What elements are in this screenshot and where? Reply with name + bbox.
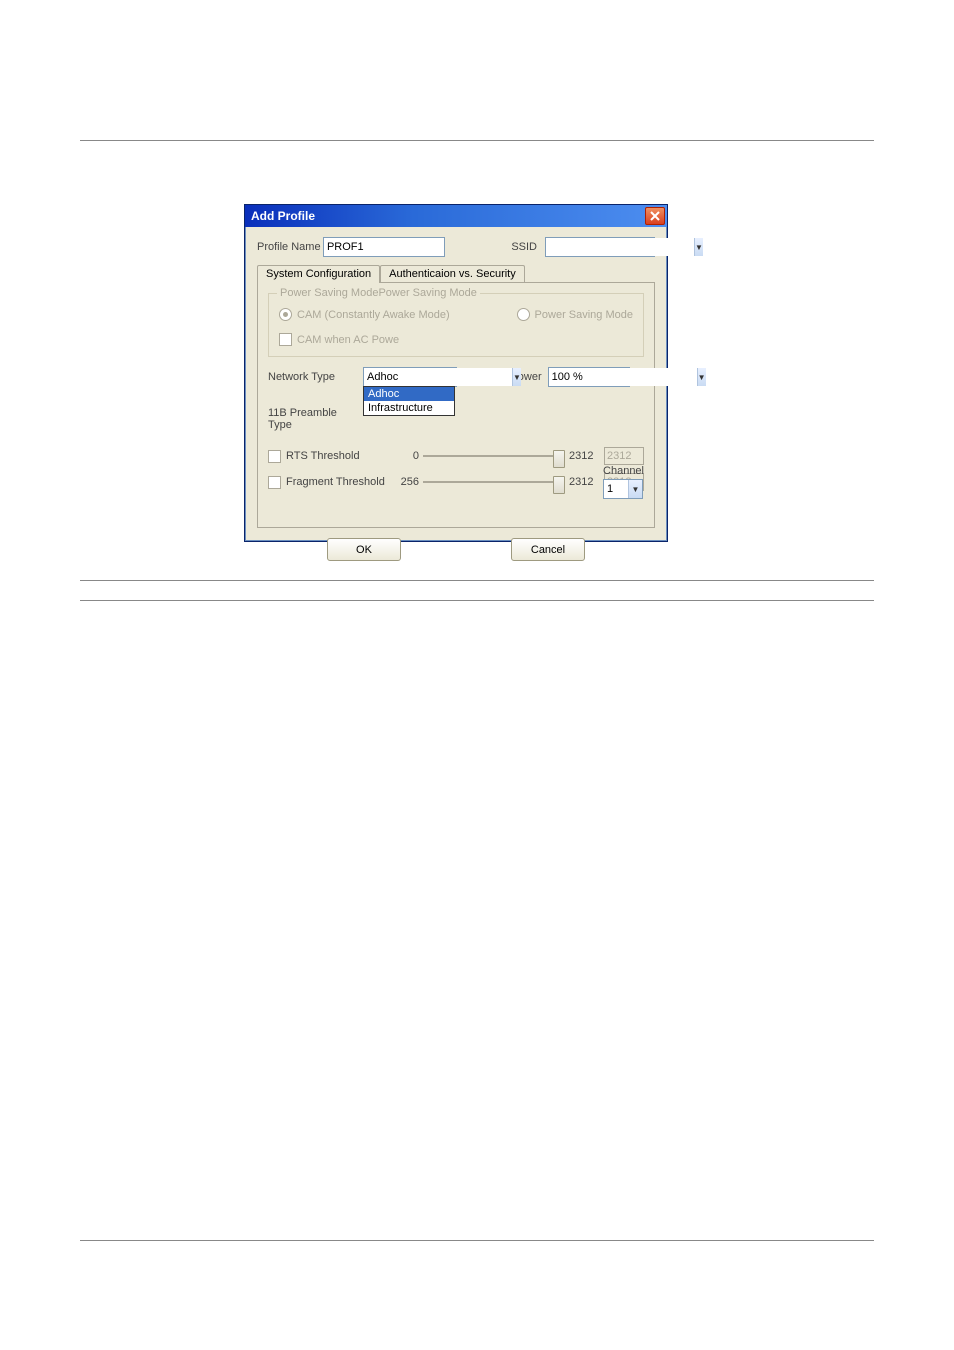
rts-value-box — [604, 447, 644, 465]
slider-thumb[interactable] — [553, 476, 565, 494]
chevron-down-icon[interactable]: ▼ — [694, 238, 703, 256]
network-type-input[interactable] — [364, 368, 512, 386]
rts-max: 2312 — [569, 450, 601, 462]
tab-system-configuration[interactable]: System Configuration — [257, 265, 380, 283]
ssid-label: SSID — [505, 241, 537, 253]
fragment-slider[interactable] — [423, 473, 565, 491]
cam-radio-label: CAM (Constantly Awake Mode) — [297, 309, 450, 321]
channel-area: Channel ▼ — [603, 465, 644, 499]
transmit-power-input[interactable] — [549, 368, 697, 386]
divider-top — [80, 140, 874, 141]
checkbox-icon — [268, 450, 281, 463]
groupbox-title: Power Saving ModePower Saving Mode — [277, 287, 480, 299]
network-type-dropdown-list[interactable]: Adhoc Infrastructure — [363, 386, 455, 416]
titlebar-title: Add Profile — [251, 209, 315, 223]
slider-thumb[interactable] — [553, 450, 565, 468]
checkbox-icon — [268, 476, 281, 489]
fragment-threshold-checkbox[interactable]: Fragment Threshold — [268, 476, 393, 489]
profile-name-label: Profile Name — [257, 241, 323, 253]
channel-label: Channel — [603, 465, 644, 477]
ok-button[interactable]: OK — [327, 538, 401, 561]
fragment-threshold-label: Fragment Threshold — [286, 476, 385, 488]
add-profile-dialog: Add Profile Profile Name SSID ▼ System C… — [244, 204, 668, 542]
dropdown-item-infrastructure[interactable]: Infrastructure — [364, 401, 454, 415]
power-saving-groupbox: Power Saving ModePower Saving Mode CAM (… — [268, 293, 644, 357]
cam-radio: CAM (Constantly Awake Mode) — [279, 308, 450, 321]
radio-icon — [517, 308, 530, 321]
rts-threshold-checkbox[interactable]: RTS Threshold — [268, 450, 393, 463]
psm-radio-label: Power Saving Mode — [535, 309, 633, 321]
cam-ac-checkbox: CAM when AC Powe — [279, 333, 633, 346]
divider-mid-2 — [80, 600, 874, 601]
channel-input[interactable] — [604, 480, 628, 498]
profile-name-input[interactable] — [323, 237, 445, 257]
chevron-down-icon[interactable]: ▼ — [697, 368, 706, 386]
tabs: System Configuration Authenticaion vs. S… — [257, 265, 655, 282]
preamble-type-label: 11B Preamble Type — [268, 407, 363, 431]
frag-max: 2312 — [569, 476, 601, 488]
network-type-combo[interactable]: ▼ Adhoc Infrastructure — [363, 367, 455, 387]
psm-radio: Power Saving Mode — [517, 308, 633, 321]
cancel-button[interactable]: Cancel — [511, 538, 585, 561]
cam-ac-label: CAM when AC Powe — [297, 334, 399, 346]
tab-panel-system-configuration: Power Saving ModePower Saving Mode CAM (… — [257, 282, 655, 528]
divider-bottom — [80, 1240, 874, 1241]
dropdown-item-adhoc[interactable]: Adhoc — [364, 387, 454, 401]
channel-combo[interactable]: ▼ — [603, 479, 643, 499]
chevron-down-icon[interactable]: ▼ — [512, 368, 521, 386]
transmit-power-combo[interactable]: ▼ — [548, 367, 630, 387]
divider-mid-1 — [80, 580, 874, 581]
ssid-input[interactable] — [546, 238, 694, 256]
rts-min: 0 — [393, 450, 419, 462]
radio-icon — [279, 308, 292, 321]
close-icon[interactable] — [645, 207, 665, 225]
frag-min: 256 — [393, 476, 419, 488]
tab-authentication-security[interactable]: Authenticaion vs. Security — [380, 265, 525, 282]
checkbox-icon — [279, 333, 292, 346]
ssid-combo[interactable]: ▼ — [545, 237, 655, 257]
rts-threshold-label: RTS Threshold — [286, 450, 360, 462]
rts-slider[interactable] — [423, 447, 565, 465]
titlebar[interactable]: Add Profile — [245, 205, 667, 227]
chevron-down-icon[interactable]: ▼ — [628, 480, 642, 498]
network-type-label: Network Type — [268, 371, 363, 383]
